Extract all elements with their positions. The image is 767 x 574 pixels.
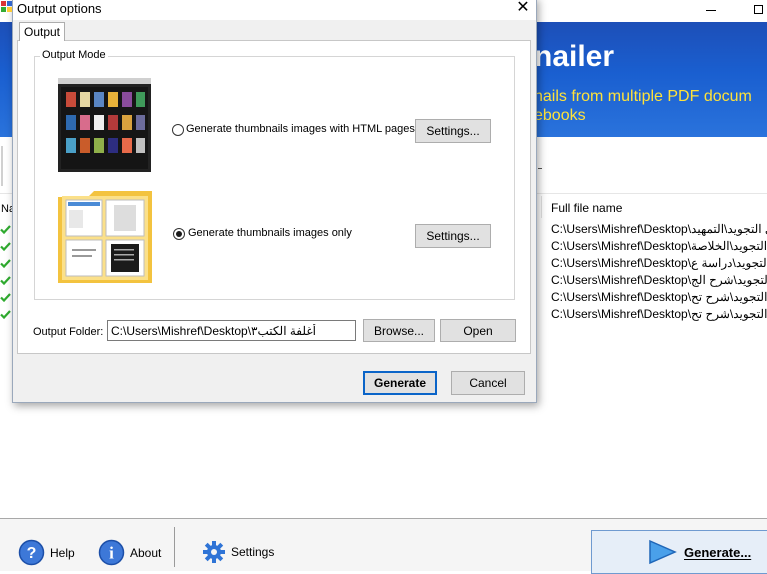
toolbar-mark <box>538 168 542 169</box>
banner-subtitle-line1: nails from multiple PDF docum <box>534 88 752 105</box>
dialog-title: Output options <box>17 1 102 16</box>
generate-button[interactable]: Generate <box>363 371 437 395</box>
open-folder-button[interactable]: Open <box>440 319 516 342</box>
file-list-row[interactable]: C:\Users\Mishref\Desktop\ي التجويد\التمه… <box>551 222 767 236</box>
file-list-row[interactable]: C:\Users\Mishref\Desktop\ي التجويد\الخلا… <box>551 239 767 253</box>
output-mode-label: Output Mode <box>40 49 108 61</box>
file-list-row[interactable]: C:\Users\Mishref\Desktop\ي التجويد\دراسة… <box>551 256 767 270</box>
mode-html-label[interactable]: Generate thumbnails images with HTML pag… <box>186 123 415 135</box>
file-list-row[interactable]: C:\Users\Mishref\Desktop\ي التجويد\شرح ت… <box>551 290 767 304</box>
minimize-icon[interactable] <box>706 10 716 11</box>
settings-label: Settings <box>231 545 275 559</box>
dialog-titlebar: Output options ✕ <box>1 0 536 20</box>
file-list-row[interactable]: C:\Users\Mishref\Desktop\ي التجويد\شرح ت… <box>551 307 767 321</box>
about-label: About <box>130 545 162 560</box>
html-settings-button[interactable]: Settings... <box>415 119 491 143</box>
check-icon[interactable] <box>0 224 11 235</box>
tab-output[interactable]: Output <box>19 22 65 41</box>
file-list-row[interactable]: C:\Users\Mishref\Desktop\ي التجويد\شرح ا… <box>551 273 767 287</box>
maximize-icon[interactable] <box>754 5 763 14</box>
check-icon[interactable] <box>0 309 11 320</box>
check-icon[interactable] <box>0 258 11 269</box>
output-options-dialog: Output options ✕ Output Output Mode Gene… <box>1 0 537 403</box>
output-folder-input[interactable] <box>107 320 356 341</box>
banner-subtitle-line2: ebooks <box>534 107 586 124</box>
generate-main-label: Generate... <box>684 544 752 560</box>
app-icon <box>1 1 12 12</box>
help-button[interactable]: ? Help <box>18 539 75 566</box>
toolbar-separator <box>1 146 3 186</box>
generate-main-button[interactable]: Generate... <box>591 530 767 574</box>
output-folder-label: Output Folder: <box>33 326 104 338</box>
settings-button[interactable]: Settings <box>202 540 274 564</box>
banner-title: nailer <box>534 40 615 73</box>
browse-button[interactable]: Browse... <box>363 319 435 342</box>
check-icon[interactable] <box>0 292 11 303</box>
svg-text:?: ? <box>27 545 37 562</box>
check-icon[interactable] <box>0 275 11 286</box>
about-button[interactable]: i About <box>98 539 161 566</box>
check-icon[interactable] <box>0 241 11 252</box>
info-icon: i <box>98 539 125 566</box>
mode-images-label[interactable]: Generate thumbnails images only <box>188 227 352 239</box>
images-settings-button[interactable]: Settings... <box>415 224 491 248</box>
help-label: Help <box>50 545 75 560</box>
play-arrow-icon <box>649 539 677 565</box>
list-header-full-file-name[interactable]: Full file name <box>551 201 622 215</box>
close-icon[interactable]: ✕ <box>513 0 533 17</box>
cancel-button[interactable]: Cancel <box>451 371 525 395</box>
mode-images-radio[interactable] <box>173 228 185 240</box>
gear-icon <box>203 541 225 563</box>
html-gallery-preview-image <box>58 78 151 172</box>
list-header-divider <box>541 196 542 218</box>
svg-text:i: i <box>109 544 114 563</box>
help-icon: ? <box>18 539 45 566</box>
folder-thumbnails-preview-image <box>58 191 152 283</box>
bottom-bar-separator <box>174 527 175 567</box>
mode-html-radio[interactable] <box>172 124 184 136</box>
